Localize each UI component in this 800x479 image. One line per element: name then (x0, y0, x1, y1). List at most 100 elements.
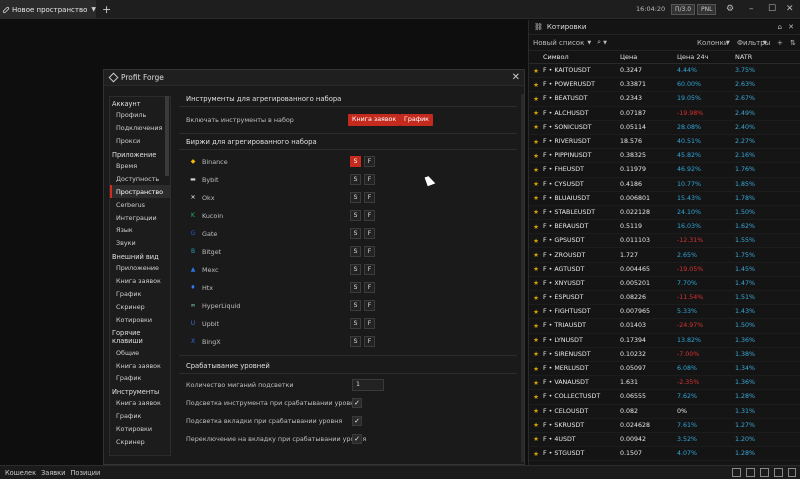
quote-row[interactable]: ★ F • BEATUSDT 0.2343 19.05% 2.67% (529, 92, 800, 107)
spot-toggle[interactable]: S (350, 156, 361, 167)
col-price[interactable]: Цена (620, 53, 677, 61)
futures-toggle[interactable]: F (364, 300, 375, 311)
futures-toggle[interactable]: F (364, 192, 375, 203)
layout-icon[interactable] (732, 468, 741, 477)
star-icon[interactable]: ★ (529, 138, 543, 146)
quote-row[interactable]: ★ F • CELOUSDT 0.082 0% 1.31% (529, 404, 800, 419)
quote-row[interactable]: ★ F • KAITOUSDT 0.3247 4.44% 3.75% (529, 64, 800, 79)
col-change[interactable]: Цена 24ч (677, 53, 735, 61)
futures-toggle[interactable]: F (364, 264, 375, 275)
spot-toggle[interactable]: S (350, 246, 361, 257)
spot-toggle[interactable]: S (350, 210, 361, 221)
star-icon[interactable]: ★ (529, 265, 543, 273)
quote-row[interactable]: ★ F • LYNUSDT 0.17394 13.82% 1.36% (529, 334, 800, 348)
futures-toggle[interactable]: F (364, 156, 375, 167)
version-badge[interactable]: П/3.0 (671, 4, 696, 15)
sidebar-item[interactable]: Котировки (110, 313, 170, 326)
star-icon[interactable]: ★ (529, 109, 543, 117)
chevron-down-icon[interactable]: ▼ (587, 40, 591, 46)
spot-toggle[interactable]: S (350, 318, 361, 329)
futures-toggle[interactable]: F (364, 318, 375, 329)
sidebar-item[interactable]: Прокси (110, 135, 170, 148)
close-panel-icon[interactable]: ✕ (788, 23, 794, 31)
quote-row[interactable]: ★ F • MERLUSDT 0.05097 6.08% 1.34% (529, 362, 800, 377)
tab-wallet[interactable]: Кошелек (5, 469, 36, 477)
sidebar-item[interactable]: Профиль (110, 109, 170, 122)
sidebar-item[interactable]: Приложение (110, 262, 170, 275)
chevron-down-icon[interactable]: ▼ (603, 40, 607, 46)
futures-toggle[interactable]: F (364, 246, 375, 257)
sidebar-item[interactable]: Подключения (110, 122, 170, 135)
star-icon[interactable]: ★ (529, 322, 543, 330)
close-icon[interactable]: ✕ (512, 72, 520, 84)
checkbox[interactable]: ✓ (352, 434, 362, 444)
pin-icon[interactable]: ⌂ (778, 23, 782, 31)
minimize-icon[interactable]: – (749, 3, 754, 16)
sidebar-item[interactable]: Котировки (110, 423, 170, 436)
star-icon[interactable]: ★ (529, 180, 543, 188)
star-icon[interactable]: ★ (529, 81, 543, 89)
workspace-tab[interactable]: Новое пространство ▼ (0, 0, 96, 19)
layout-icon[interactable] (788, 468, 796, 477)
list-select[interactable]: Новый список (533, 39, 584, 47)
quote-row[interactable]: ★ F • GPSUSDT 0.011103 -12.31% 1.55% (529, 234, 800, 249)
futures-toggle[interactable]: F (364, 228, 375, 239)
sidebar-item[interactable]: Доступность (110, 173, 170, 186)
quote-row[interactable]: ★ F • ZROUSDT 1.727 2.65% 1.75% (529, 248, 800, 263)
star-icon[interactable]: ★ (529, 279, 543, 287)
star-icon[interactable]: ★ (529, 450, 543, 458)
quote-row[interactable]: ★ F • BLUAIUSDT 0.006801 15.43% 1.78% (529, 192, 800, 206)
spot-toggle[interactable]: S (350, 300, 361, 311)
gear-icon[interactable]: ⚙ (726, 3, 734, 16)
quote-row[interactable]: ★ F • ESPUSDT 0.08226 -11.54% 1.51% (529, 291, 800, 306)
quote-row[interactable]: ★ F • SONICUSDT 0.05114 28.08% 2.40% (529, 120, 800, 135)
quote-row[interactable]: ★ F • FHEUSDT 0.11979 46.92% 1.76% (529, 163, 800, 178)
orderbook-toggle-button[interactable]: Книга заявок (348, 114, 401, 126)
pnl-badge[interactable]: PNL (697, 4, 717, 15)
col-natr[interactable]: NATR (735, 53, 785, 61)
futures-toggle[interactable]: F (364, 174, 375, 185)
star-icon[interactable]: ★ (529, 251, 543, 259)
sidebar-item[interactable]: Скринер (110, 436, 170, 449)
spot-toggle[interactable]: S (350, 282, 361, 293)
sidebar-item[interactable]: График (110, 410, 170, 423)
dialog-scrollbar[interactable] (521, 94, 524, 462)
star-icon[interactable]: ★ (529, 194, 543, 202)
close-window-icon[interactable]: ✕ (786, 3, 794, 16)
sidebar-item[interactable]: Книга заявок (110, 359, 170, 372)
star-icon[interactable]: ★ (529, 365, 543, 373)
quote-row[interactable]: ★ F • TRIAUSDT 0.01403 -24.97% 1.50% (529, 319, 800, 334)
spot-toggle[interactable]: S (350, 192, 361, 203)
star-icon[interactable]: ★ (529, 123, 543, 131)
quote-row[interactable]: ★ F • BERAUSDT 0.5119 16.03% 1.62% (529, 220, 800, 235)
star-icon[interactable]: ★ (529, 350, 543, 358)
sidebar-item[interactable]: График (110, 288, 170, 301)
star-icon[interactable]: ★ (529, 166, 543, 174)
star-icon[interactable]: ★ (529, 407, 543, 415)
quote-row[interactable]: ★ F • STGUSDT 0.1507 4.07% 1.28% (529, 447, 800, 462)
layout-icon[interactable] (760, 468, 769, 477)
quote-row[interactable]: ★ F • COLLECTUSDT 0.06555 7.62% 1.28% (529, 390, 800, 405)
layout-icon[interactable] (774, 468, 783, 477)
sidebar-item[interactable]: Звуки (110, 237, 170, 250)
sidebar-item[interactable]: Пространство (110, 185, 170, 199)
chart-toggle-button[interactable]: График (400, 114, 433, 126)
quote-row[interactable]: ★ F • SIRENUSDT 0.10232 -7.00% 1.38% (529, 347, 800, 362)
quote-row[interactable]: ★ F • CYSUSDT 0.4186 10.77% 1.85% (529, 177, 800, 192)
quote-row[interactable]: ★ F • PIPPINUSDT 0.38325 45.82% 2.16% (529, 149, 800, 164)
sidebar-item[interactable]: Общие (110, 346, 170, 359)
star-icon[interactable]: ★ (529, 336, 543, 344)
star-icon[interactable]: ★ (529, 421, 543, 429)
add-icon[interactable]: + (777, 39, 783, 47)
star-icon[interactable]: ★ (529, 294, 543, 302)
sidebar-item[interactable]: Книга заявок (110, 275, 170, 288)
tab-orders[interactable]: Заявки (41, 469, 65, 477)
star-icon[interactable]: ★ (529, 95, 543, 103)
sidebar-item[interactable]: График (110, 372, 170, 385)
quote-row[interactable]: ★ F • STABLEUSDT 0.022128 24.10% 1.50% (529, 205, 800, 221)
tab-positions[interactable]: Позиции (70, 469, 100, 477)
futures-toggle[interactable]: F (364, 210, 375, 221)
quote-row[interactable]: ★ F • VANAUSDT 1.631 -2.35% 1.36% (529, 376, 800, 391)
star-icon[interactable]: ★ (529, 152, 543, 160)
sidebar-item[interactable]: Интеграции (110, 211, 170, 224)
